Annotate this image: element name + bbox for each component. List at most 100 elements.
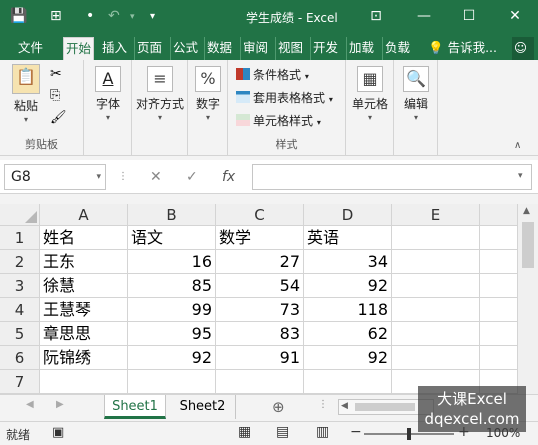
table-cell[interactable] — [304, 370, 392, 394]
scroll-up-icon[interactable]: ▲ — [523, 206, 530, 216]
worksheet-grid[interactable]: A B C D E 1 姓名 语文 数学 英语 2 王东 16 27 34 3 徐慧 85 54 92 4 王慧… — [0, 204, 517, 394]
expand-formula-bar-icon[interactable]: ▾ — [518, 171, 523, 181]
table-cell[interactable]: 83 — [216, 322, 304, 346]
tab-load[interactable]: 负载 — [382, 37, 412, 60]
tab-view[interactable]: 视图 — [275, 37, 305, 60]
select-all-corner[interactable] — [0, 204, 40, 226]
horizontal-scroll-thumb[interactable] — [355, 403, 415, 411]
tab-page-layout[interactable]: 页面 — [134, 37, 164, 60]
zoom-slider-thumb[interactable] — [407, 428, 411, 440]
row-header[interactable]: 2 — [0, 250, 40, 274]
table-cell[interactable] — [480, 322, 517, 346]
row-header[interactable]: 1 — [0, 226, 40, 250]
paste-button[interactable]: 📋 粘贴 ▾ — [8, 64, 44, 124]
row-header[interactable]: 7 — [0, 370, 40, 394]
table-cell[interactable] — [392, 226, 480, 250]
ribbon-display-icon[interactable]: ⊡ — [366, 6, 386, 26]
table-cell[interactable]: 92 — [128, 346, 216, 370]
zoom-out-icon[interactable]: − — [350, 424, 362, 440]
undo-icon[interactable]: ↶ — [108, 8, 120, 24]
table-cell[interactable]: 徐慧 — [40, 274, 128, 298]
scroll-left-icon[interactable]: ◀ — [341, 401, 348, 411]
undo-dropdown-icon[interactable]: ▾ — [130, 12, 135, 22]
cancel-icon[interactable]: ✕ — [150, 169, 162, 185]
table-cell[interactable] — [392, 346, 480, 370]
table-cell[interactable]: 27 — [216, 250, 304, 274]
table-cell[interactable]: 62 — [304, 322, 392, 346]
table-cell[interactable]: 34 — [304, 250, 392, 274]
touch-mode-icon[interactable]: ⊞ — [50, 8, 62, 24]
save-icon[interactable]: 💾 — [10, 8, 27, 24]
column-header[interactable]: D — [304, 204, 392, 226]
table-cell[interactable] — [392, 298, 480, 322]
row-header[interactable]: 6 — [0, 346, 40, 370]
name-box-dropdown-icon[interactable]: ▾ — [96, 165, 101, 189]
sheet-tab-sheet1[interactable]: Sheet1 — [104, 395, 166, 419]
tab-review[interactable]: 审阅 — [240, 37, 270, 60]
table-cell[interactable]: 92 — [304, 346, 392, 370]
tab-file[interactable]: 文件 — [16, 37, 45, 60]
quick-access-menu-icon[interactable]: ▾ — [150, 11, 155, 22]
maximize-icon[interactable]: ☐ — [459, 6, 479, 26]
collapse-ribbon-icon[interactable]: ∧ — [514, 140, 521, 151]
next-sheet-icon[interactable]: ▶ — [56, 399, 64, 410]
editing-button[interactable]: 🔍 编辑 ▾ — [398, 66, 434, 122]
table-cell[interactable] — [480, 250, 517, 274]
table-cell[interactable]: 章思思 — [40, 322, 128, 346]
formula-input[interactable] — [252, 164, 532, 190]
tab-addins[interactable]: 加载 — [346, 37, 376, 60]
insert-function-button[interactable]: fx — [222, 169, 235, 185]
table-cell[interactable]: 118 — [304, 298, 392, 322]
table-cell[interactable]: 数学 — [216, 226, 304, 250]
account-icon[interactable]: ☺ — [512, 37, 534, 60]
scroll-thumb[interactable] — [522, 222, 534, 268]
column-header[interactable]: E — [392, 204, 480, 226]
minimize-icon[interactable]: — — [414, 6, 434, 26]
tab-split-icon[interactable]: ⋮ — [318, 399, 328, 410]
table-cell[interactable] — [392, 274, 480, 298]
font-button[interactable]: A 字体 ▾ — [90, 66, 126, 122]
tab-formulas[interactable]: 公式 — [170, 37, 200, 60]
add-sheet-icon[interactable]: ⊕ — [272, 398, 285, 416]
table-cell[interactable] — [392, 250, 480, 274]
alignment-button[interactable]: ≡ 对齐方式 ▾ — [134, 66, 186, 122]
table-cell[interactable]: 阮锦绣 — [40, 346, 128, 370]
normal-view-icon[interactable]: ▦ — [238, 424, 251, 440]
macro-record-icon[interactable]: ▣ — [52, 425, 64, 440]
table-cell[interactable] — [480, 346, 517, 370]
tab-home[interactable]: 开始 — [63, 37, 95, 60]
name-box[interactable]: G8 ▾ — [4, 164, 106, 190]
tab-data[interactable]: 数据 — [204, 37, 234, 60]
page-layout-view-icon[interactable]: ▤ — [276, 424, 289, 440]
table-cell[interactable] — [480, 298, 517, 322]
table-cell[interactable]: 王慧琴 — [40, 298, 128, 322]
table-cell[interactable]: 73 — [216, 298, 304, 322]
table-cell[interactable]: 91 — [216, 346, 304, 370]
column-header[interactable]: B — [128, 204, 216, 226]
table-cell[interactable] — [128, 370, 216, 394]
table-cell[interactable]: 英语 — [304, 226, 392, 250]
enter-icon[interactable]: ✓ — [186, 169, 198, 185]
table-cell[interactable]: 语文 — [128, 226, 216, 250]
column-header[interactable]: A — [40, 204, 128, 226]
table-cell[interactable]: 54 — [216, 274, 304, 298]
table-cell[interactable]: 16 — [128, 250, 216, 274]
copy-icon[interactable]: ⎘ — [50, 88, 60, 103]
table-cell[interactable]: 王东 — [40, 250, 128, 274]
cut-icon[interactable]: ✂ — [50, 66, 62, 82]
conditional-formatting-button[interactable]: 条件格式 ▾ — [236, 66, 309, 83]
table-cell[interactable] — [392, 322, 480, 346]
customize-dot-icon[interactable]: • — [86, 8, 94, 24]
row-header[interactable]: 3 — [0, 274, 40, 298]
prev-sheet-icon[interactable]: ◀ — [26, 399, 34, 410]
tab-developer[interactable]: 开发 — [310, 37, 340, 60]
table-cell[interactable] — [216, 370, 304, 394]
table-cell[interactable]: 99 — [128, 298, 216, 322]
close-icon[interactable]: ✕ — [505, 6, 525, 26]
tell-me-box[interactable]: 💡 告诉我... — [426, 37, 499, 60]
page-break-view-icon[interactable]: ▥ — [316, 424, 329, 440]
cell-styles-button[interactable]: 单元格样式 ▾ — [236, 112, 321, 129]
sheet-tab-sheet2[interactable]: Sheet2 — [170, 395, 236, 419]
row-header[interactable]: 4 — [0, 298, 40, 322]
row-header[interactable]: 5 — [0, 322, 40, 346]
